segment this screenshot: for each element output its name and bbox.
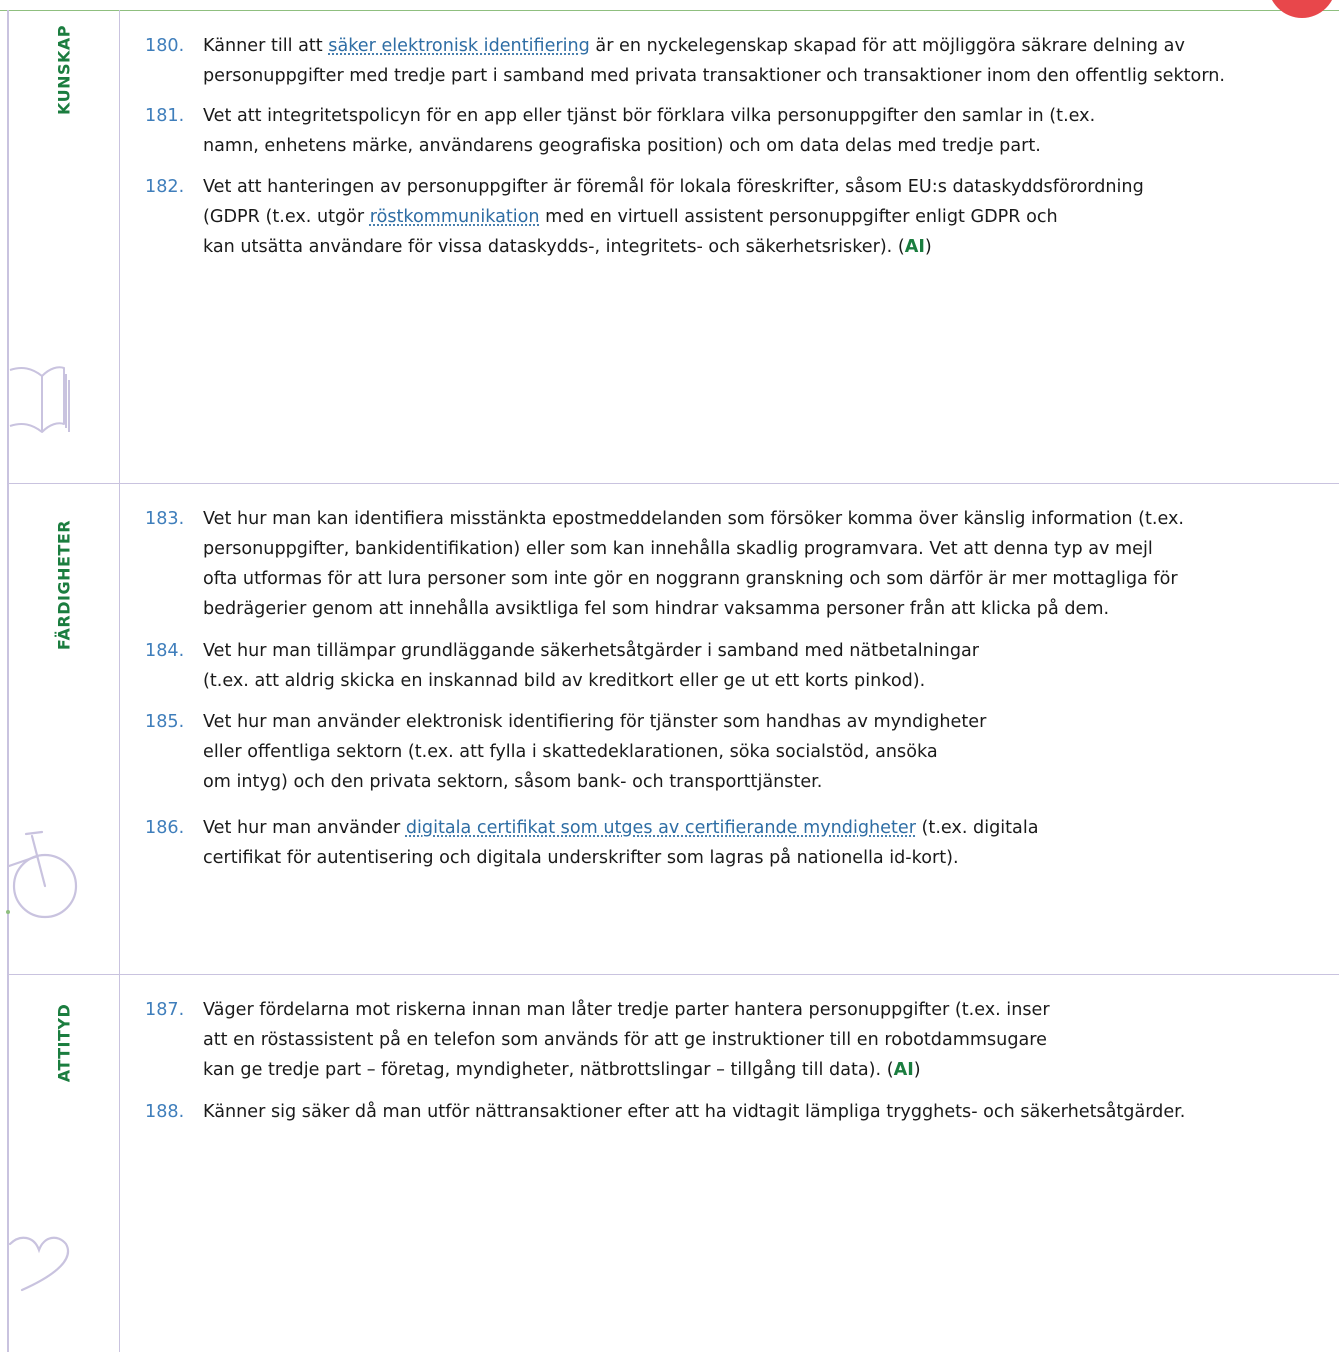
- ai-badge: AI: [893, 1060, 914, 1080]
- item-number: 182.: [145, 177, 185, 197]
- item-number: 188.: [145, 1102, 185, 1122]
- column-divider: [119, 10, 120, 1352]
- corner-dot: [1268, 0, 1336, 18]
- heart-icon: [8, 1236, 69, 1292]
- section-label-attityd: ATTITYD: [54, 1003, 74, 1083]
- list-item-183: 183. Vet hur man kan identifiera misstän…: [145, 504, 1325, 624]
- top-rule: [0, 10, 1339, 11]
- item-number: 184.: [145, 641, 185, 661]
- item-number: 186.: [145, 818, 185, 838]
- link-saker-elektronisk-identifiering[interactable]: säker elektronisk identifiering: [328, 36, 590, 56]
- book-icon: [9, 366, 70, 433]
- link-digitala-certifikat[interactable]: digitala certifikat som utges av certifi…: [406, 818, 916, 838]
- ai-badge: AI: [904, 237, 925, 257]
- item-number: 183.: [145, 509, 185, 529]
- item-number: 181.: [145, 106, 185, 126]
- section-label-fardigheter: FÄRDIGHETER: [54, 519, 74, 651]
- left-border: [7, 10, 9, 1352]
- section-label-kunskap: KUNSKAP: [54, 24, 74, 116]
- list-item-188: 188. Känner sig säker då man utför nättr…: [145, 1097, 1325, 1127]
- item-number: 187.: [145, 1000, 185, 1020]
- section-divider: [8, 974, 1339, 975]
- list-item-182: 182. Vet att hanteringen av personuppgif…: [145, 172, 1325, 262]
- list-item-180: 180. Känner till att säker elektronisk i…: [145, 31, 1325, 91]
- list-item-185: 185. Vet hur man använder elektronisk id…: [145, 707, 1325, 797]
- item-number: 180.: [145, 36, 185, 56]
- list-item-187: 187. Väger fördelarna mot riskerna innan…: [145, 995, 1325, 1085]
- link-rostkommunikation[interactable]: röstkommunikation: [370, 207, 540, 227]
- list-item-181: 181. Vet att integritetspolicyn för en a…: [145, 101, 1325, 161]
- list-item-186: 186. Vet hur man använder digitala certi…: [145, 813, 1325, 873]
- list-item-184: 184. Vet hur man tillämpar grundläggande…: [145, 636, 1325, 696]
- section-divider: [8, 483, 1339, 484]
- item-number: 185.: [145, 712, 185, 732]
- bicycle-icon: [6, 830, 78, 919]
